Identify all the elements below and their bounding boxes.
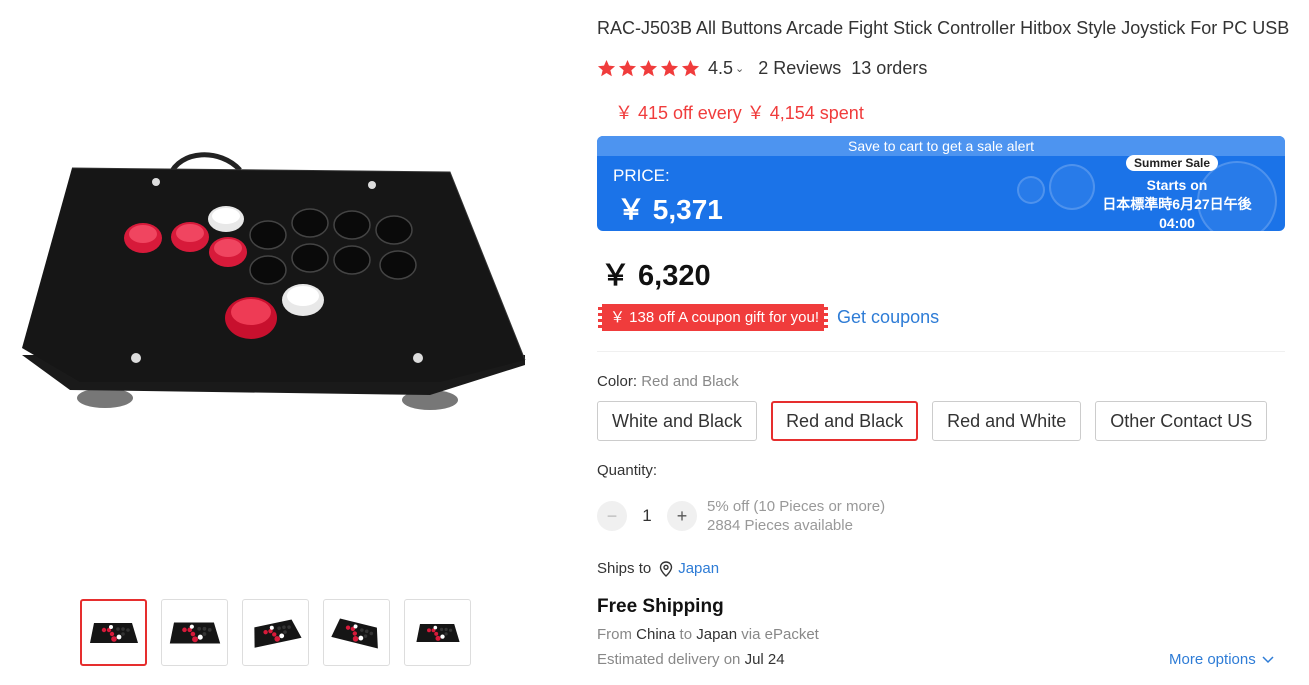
ships-to-row: Ships to Japan xyxy=(597,560,719,577)
thumbnail-2[interactable] xyxy=(161,599,228,666)
chevron-down-icon[interactable] xyxy=(1262,655,1274,664)
starts-on-time: 04:00 xyxy=(1159,215,1195,231)
pieces-available-text: 2884 Pieces available xyxy=(707,517,853,534)
rating-value[interactable]: 4.5 xyxy=(708,58,733,79)
starts-on-date: 日本標準時6月27日午後 xyxy=(1102,196,1252,212)
color-option-white-black[interactable]: White and Black xyxy=(597,401,758,441)
orders-count: 13 orders xyxy=(851,58,928,78)
ships-to-label: Ships to xyxy=(597,560,652,577)
rating-row: 4.5 ⌄ 2 Reviews 13 orders xyxy=(597,58,927,79)
color-selected-value: Red and Black xyxy=(641,373,739,390)
color-options: White and Black Red and Black Red and Wh… xyxy=(597,401,1268,441)
thumbnail-strip xyxy=(80,599,471,666)
color-option-red-black[interactable]: Red and Black xyxy=(771,401,919,441)
divider xyxy=(597,351,1285,352)
to-label: to xyxy=(679,626,693,643)
thumbnail-image xyxy=(169,622,220,643)
thumbnail-image xyxy=(330,617,378,649)
estimated-date: Jul 24 xyxy=(744,651,785,668)
bulk-discount-text: 5% off (10 Pieces or more) xyxy=(707,498,886,515)
thumbnail-image xyxy=(89,622,138,643)
thumbnail-3[interactable] xyxy=(242,599,309,666)
thumbnail-image xyxy=(415,623,460,642)
quantity-decrease-button[interactable]: − xyxy=(597,501,627,531)
thumbnail-4[interactable] xyxy=(323,599,390,666)
more-options-label[interactable]: More options xyxy=(1169,651,1256,668)
decor-bubble xyxy=(1017,176,1045,204)
estimated-label: Estimated delivery on xyxy=(597,651,741,668)
location-pin-icon xyxy=(660,560,673,577)
color-label: Color: Red and Black xyxy=(597,373,739,390)
product-title: RAC-J503B All Buttons Arcade Fight Stick… xyxy=(597,18,1290,38)
star-icon xyxy=(618,59,637,77)
quantity-increase-button[interactable]: + xyxy=(667,501,697,531)
sale-alert-link[interactable]: Save to cart to get a sale alert xyxy=(597,136,1285,156)
quantity-info: 5% off (10 Pieces or more) 2884 Pieces a… xyxy=(707,497,885,535)
reviews-link[interactable]: 2 Reviews xyxy=(758,58,841,79)
color-label-text: Color: xyxy=(597,373,638,390)
free-shipping-heading: Free Shipping xyxy=(597,596,724,617)
thumbnail-1[interactable] xyxy=(80,599,147,666)
from-label: From xyxy=(597,626,632,643)
ship-from-country: China xyxy=(636,626,676,643)
main-product-image xyxy=(10,120,570,440)
quantity-label: Quantity: xyxy=(597,462,658,479)
starts-on-line: Starts on xyxy=(1146,177,1208,193)
star-icon xyxy=(681,59,700,77)
star-icon xyxy=(660,59,679,77)
thumbnail-5[interactable] xyxy=(404,599,471,666)
estimated-delivery: Estimated delivery on Jul 24 xyxy=(597,651,785,668)
color-option-red-white[interactable]: Red and White xyxy=(932,401,1082,441)
star-icon xyxy=(639,59,658,77)
more-options-link[interactable]: More options xyxy=(1169,651,1274,668)
price-banner: Save to cart to get a sale alert PRICE: … xyxy=(597,136,1285,231)
store-promo: ￥ 415 off every ￥ 4,154 spent xyxy=(615,103,864,123)
sale-start-info: Starts on 日本標準時6月27日午後 04:00 xyxy=(1087,176,1267,231)
thumbnail-image xyxy=(253,618,302,648)
original-price: ￥ 6,320 xyxy=(601,260,711,292)
quantity-stepper: − + 5% off (10 Pieces or more) 2884 Piec… xyxy=(597,497,885,535)
get-coupons-link[interactable]: Get coupons xyxy=(837,307,939,328)
chevron-down-icon[interactable]: ⌄ xyxy=(735,62,744,75)
shipping-route: From China to Japan via ePacket xyxy=(597,626,819,643)
star-rating xyxy=(597,59,700,78)
ship-to-country: Japan xyxy=(696,626,738,643)
shipping-method: via ePacket xyxy=(741,626,819,643)
summer-sale-badge: Summer Sale xyxy=(1126,155,1219,171)
price-label: PRICE: xyxy=(613,166,670,185)
star-icon xyxy=(597,59,616,77)
quantity-input[interactable] xyxy=(627,506,667,526)
coupon-row: ￥ 138 off A coupon gift for you! Get cou… xyxy=(598,304,939,331)
sale-price: ￥ 5,371 xyxy=(617,194,723,225)
coupon-tag[interactable]: ￥ 138 off A coupon gift for you! xyxy=(598,304,829,331)
color-option-other-contact[interactable]: Other Contact US xyxy=(1095,401,1268,441)
ships-to-country-link[interactable]: Japan xyxy=(678,560,719,577)
